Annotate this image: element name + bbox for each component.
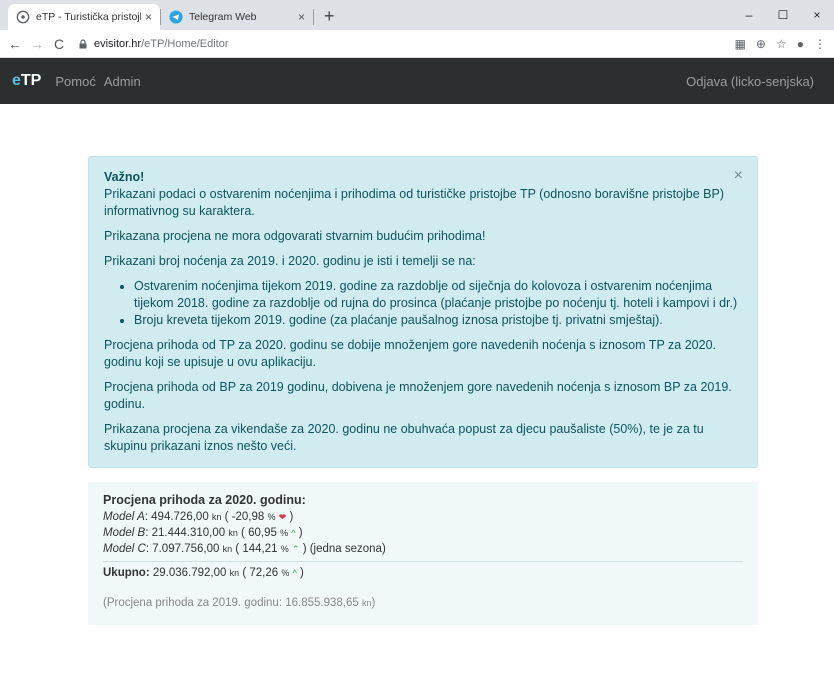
total-amount: 29.036.792,00 [152, 567, 227, 579]
model-row: Model B: 21.444.310,00 kn ( 60,95 % ^ ) [103, 527, 303, 539]
forward-icon[interactable]: → [28, 36, 46, 52]
total-change: 72,26 [249, 567, 279, 579]
model-change: 60,95 [248, 527, 277, 539]
close-window-button[interactable]: × [800, 0, 834, 30]
alert-paragraph: Procjena prihoda od BP za 2019 godinu, d… [104, 380, 732, 411]
tab-title: eTP - Turistička pristojba [36, 11, 141, 23]
prev-close: ) [371, 597, 376, 609]
trend-double-up-icon: ⌃ [291, 544, 300, 554]
globe-icon [16, 10, 30, 24]
alert-paragraph: Prikazana procjena ne mora odgovarati st… [104, 229, 486, 243]
list-item: Ostvarenim noćenjima tijekom 2019. godin… [134, 278, 743, 312]
model-change: -20,98 [231, 511, 265, 523]
alert-paragraph: Procjena prihoda od TP za 2020. godinu s… [104, 338, 716, 369]
address-bar: ← → C evisitor.hr /eTP/Home/Editor ▦ ⊕ ☆… [0, 30, 834, 58]
new-tab-button[interactable]: + [324, 6, 335, 27]
revenue-estimate-panel: Procjena prihoda za 2020. godinu: Model … [88, 482, 758, 625]
total-row: Ukupno: 29.036.792,00 kn ( 72,26 % ^ ) [103, 567, 304, 579]
alert-paragraph: Prikazana procjena za vikendaše za 2020.… [104, 422, 704, 453]
model-amount: 494.726,00 [151, 511, 209, 523]
list-item: Broju kreveta tijekom 2019. godine (za p… [134, 312, 743, 329]
model-change: 144,21 [242, 543, 278, 555]
prev-label: (Procjena prihoda za 2019. godinu: 16.85… [103, 597, 359, 609]
alert-list: Ostvarenim noćenjima tijekom 2019. godin… [104, 278, 743, 329]
info-alert: × Važno! Prikazani podaci o ostvarenim n… [88, 156, 758, 468]
main-content: × Važno! Prikazani podaci o ostvarenim n… [0, 104, 834, 625]
divider [103, 561, 743, 562]
close-alert-icon[interactable]: × [734, 167, 743, 184]
model-row: Model C: 7.097.756,00 kn ( 144,21 % ⌃ ) … [103, 543, 386, 555]
currency-unit: kn [222, 544, 233, 554]
brand-logo[interactable]: eTP [12, 72, 41, 90]
tab-separator [313, 9, 314, 25]
translate-icon[interactable]: ▦ [735, 37, 746, 51]
currency-unit: kn [229, 568, 240, 578]
reload-icon[interactable]: C [50, 36, 68, 52]
percent-sign: % [280, 544, 289, 554]
address-bar-actions: ▦ ⊕ ☆ ● ⋮ [735, 37, 826, 51]
trend-up-icon: ^ [292, 568, 297, 578]
percent-sign: % [280, 528, 289, 538]
back-icon[interactable]: ← [6, 36, 24, 52]
tab-telegram[interactable]: Telegram Web × [161, 4, 313, 30]
zoom-icon[interactable]: ⊕ [756, 37, 766, 51]
model-name: Model B [103, 527, 146, 539]
tab-etp[interactable]: eTP - Turistička pristojba × [8, 4, 160, 30]
currency-unit: kn [228, 528, 238, 538]
nav-link-admin[interactable]: Admin [104, 74, 141, 89]
estimate-heading: Procjena prihoda za 2020. godinu: [103, 493, 306, 507]
model-amount: 7.097.756,00 [152, 543, 220, 555]
model-amount: 21.444.310,00 [151, 527, 226, 539]
model-suffix: ) (jedna sezona) [302, 543, 386, 555]
currency-unit: kn [211, 512, 222, 522]
maximize-button[interactable]: ☐ [766, 0, 800, 30]
lock-icon [79, 38, 87, 48]
model-name: Model A [103, 511, 145, 523]
alert-intro: Prikazani podaci o ostvarenim noćenjima … [104, 187, 724, 218]
alert-paragraph: Prikazani broj noćenja za 2019. i 2020. … [104, 254, 476, 268]
minimize-button[interactable]: – [732, 0, 766, 30]
nav-link-pomoc[interactable]: Pomoć [55, 74, 95, 89]
percent-sign: % [267, 512, 276, 522]
close-tab-icon[interactable]: × [145, 10, 152, 24]
total-label: Ukupno [103, 567, 146, 579]
logout-link[interactable]: Odjava (licko-senjska) [686, 74, 814, 89]
trend-down-icon: ❤ [278, 512, 287, 522]
profile-avatar-icon[interactable]: ● [797, 37, 804, 51]
url-host: evisitor.hr [94, 37, 142, 50]
model-suffix: ) [298, 527, 303, 539]
telegram-icon [169, 10, 183, 24]
url-path: /eTP/Home/Editor [141, 37, 229, 50]
alert-title: Važno! [104, 170, 145, 184]
bookmark-star-icon[interactable]: ☆ [776, 37, 787, 51]
browser-tab-bar: eTP - Turistička pristojba × Telegram We… [0, 0, 834, 30]
trend-up-icon: ^ [291, 528, 296, 538]
url-field[interactable]: evisitor.hr /eTP/Home/Editor [78, 38, 735, 50]
menu-kebab-icon[interactable]: ⋮ [814, 37, 826, 51]
tab-title: Telegram Web [189, 11, 257, 23]
site-navbar: eTP Pomoć Admin Odjava (licko-senjska) [0, 58, 834, 104]
percent-sign: % [281, 568, 290, 578]
model-row: Model A: 494.726,00 kn ( -20,98 % ❤ ) [103, 511, 294, 523]
model-suffix: ) [289, 511, 294, 523]
close-tab-icon[interactable]: × [298, 10, 305, 24]
previous-year-estimate: (Procjena prihoda za 2019. godinu: 16.85… [103, 595, 743, 611]
model-name: Model C [103, 543, 146, 555]
window-controls: – ☐ × [732, 0, 834, 30]
